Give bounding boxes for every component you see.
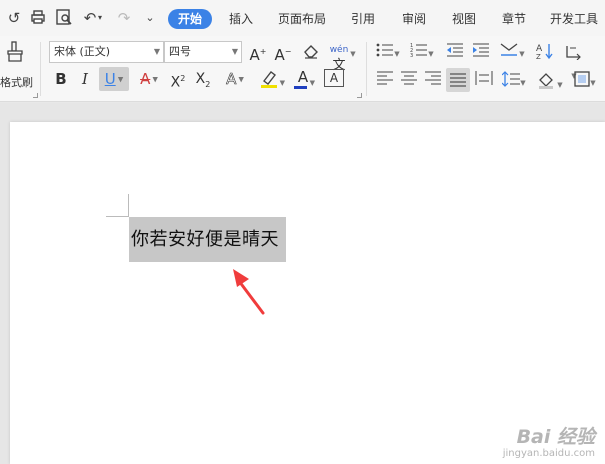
format-painter-label[interactable]: 格式刷 bbox=[0, 74, 33, 90]
svg-text:Z: Z bbox=[536, 53, 541, 60]
watermark-url: jingyan.baidu.com bbox=[502, 448, 595, 459]
grow-font-glyph: A bbox=[249, 46, 260, 64]
format-painter-icon[interactable] bbox=[4, 40, 26, 64]
bullet-list-icon[interactable]: ▼ bbox=[374, 42, 402, 64]
print-preview-icon[interactable] bbox=[54, 8, 74, 28]
chevron-down-icon: ▼ bbox=[236, 75, 244, 84]
chevron-down-icon: ▼ bbox=[394, 50, 400, 58]
font-color-button[interactable]: A ▼ bbox=[291, 67, 315, 91]
subscript-button[interactable]: X2 bbox=[192, 69, 214, 95]
font-dialog-launcher[interactable] bbox=[357, 93, 362, 98]
bold-button[interactable]: B bbox=[51, 69, 71, 89]
selected-text[interactable]: 你若安好便是晴天 bbox=[131, 227, 279, 253]
watermark-logo: Bai 经验 bbox=[516, 426, 595, 448]
pinyin-glyph: wén bbox=[329, 45, 349, 55]
increase-indent-icon[interactable] bbox=[470, 42, 492, 64]
chevron-down-icon: ▼ bbox=[557, 81, 563, 89]
chevron-down-icon: ▼ bbox=[520, 79, 526, 87]
shrink-font-button[interactable]: A− bbox=[273, 42, 293, 65]
superscript-glyph: X bbox=[170, 74, 181, 91]
clipboard-dialog-launcher[interactable] bbox=[33, 93, 38, 98]
chinese-layout-icon[interactable]: ▼ bbox=[498, 42, 526, 64]
subscript-glyph: X bbox=[195, 71, 206, 87]
print-icon[interactable] bbox=[28, 8, 48, 28]
line-spacing-icon[interactable]: ▼ bbox=[500, 71, 528, 93]
font-color-bar bbox=[294, 86, 307, 89]
chevron-down-icon: ▼ bbox=[231, 47, 238, 56]
italic-button[interactable]: I bbox=[75, 69, 95, 89]
font-size-select[interactable]: 四号 ▼ bbox=[164, 41, 242, 63]
distributed-align-icon[interactable] bbox=[474, 71, 494, 91]
pinyin-guide-button[interactable]: wén 文 bbox=[328, 40, 350, 72]
align-right-icon[interactable] bbox=[424, 71, 442, 91]
customize-icon[interactable]: ⌄ bbox=[140, 8, 160, 28]
grow-font-button[interactable]: A+ bbox=[248, 42, 268, 65]
shrink-font-glyph: A bbox=[274, 46, 285, 64]
tab-review[interactable]: 审阅 bbox=[395, 9, 433, 29]
tab-view[interactable]: 视图 bbox=[445, 9, 483, 29]
tab-chapter[interactable]: 章节 bbox=[495, 9, 533, 29]
sort-icon[interactable]: AZ bbox=[534, 42, 556, 66]
title-tab-bar: ↺ ↶ ▾ ↷ ⌄ 开始 插入 页面布局 引用 审阅 视图 章节 开发工具 bbox=[0, 0, 605, 36]
group-divider bbox=[40, 42, 41, 96]
tab-insert[interactable]: 插入 bbox=[222, 9, 260, 29]
subscript-mark: 2 bbox=[205, 79, 211, 89]
chevron-down-icon: ▼ bbox=[279, 79, 285, 87]
chevron-down-icon: ▼ bbox=[309, 79, 315, 87]
tab-developer[interactable]: 开发工具 bbox=[550, 9, 605, 29]
text-effect-glyph: A bbox=[226, 70, 237, 89]
home-ribbon: 格式刷 宋体 (正文) ▼ 四号 ▼ A+ A− wén 文 ▼ B I U ▼ … bbox=[0, 36, 605, 102]
annotation-arrow-icon bbox=[233, 269, 265, 315]
redo-icon[interactable]: ↷ bbox=[114, 8, 134, 28]
tab-references[interactable]: 引用 bbox=[344, 9, 382, 29]
document-page[interactable] bbox=[10, 122, 605, 464]
font-name-select[interactable]: 宋体 (正文) ▼ bbox=[49, 41, 164, 63]
margin-crop-mark bbox=[128, 194, 129, 217]
chevron-down-icon[interactable]: ▼ bbox=[349, 44, 357, 64]
chevron-down-icon: ▼ bbox=[115, 75, 124, 84]
undo-history-icon[interactable]: ↺ bbox=[4, 8, 24, 28]
shading-icon[interactable]: ▼ bbox=[536, 71, 564, 95]
chevron-down-icon: ▼ bbox=[519, 50, 525, 58]
font-size-value: 四号 bbox=[169, 45, 191, 58]
font-color-glyph: A bbox=[297, 68, 309, 86]
chevron-down-icon: ▼ bbox=[428, 50, 434, 58]
decrease-indent-icon[interactable] bbox=[444, 42, 466, 64]
undo-dropdown-icon[interactable]: ▾ bbox=[95, 8, 105, 28]
tab-home[interactable]: 开始 bbox=[168, 9, 212, 29]
clear-format-icon[interactable] bbox=[300, 42, 322, 66]
char-border-button[interactable]: A bbox=[324, 69, 344, 87]
text-effect-button[interactable]: A ▼ bbox=[222, 69, 248, 90]
chevron-down-icon: ▼ bbox=[153, 47, 160, 56]
baidu-watermark: Bai 经验 jingyan.baidu.com bbox=[503, 426, 595, 460]
margin-crop-mark bbox=[106, 216, 129, 217]
font-name-value: 宋体 (正文) bbox=[54, 45, 111, 58]
highlight-button[interactable]: ▼ bbox=[255, 67, 285, 91]
align-center-icon[interactable] bbox=[400, 71, 418, 91]
superscript-mark: 2 bbox=[180, 74, 186, 83]
strikethrough-glyph: A bbox=[140, 70, 151, 88]
underline-button[interactable]: U ▼ bbox=[99, 67, 129, 91]
strikethrough-button[interactable]: A ▼ bbox=[136, 69, 162, 90]
chevron-down-icon: ▼ bbox=[590, 79, 596, 87]
chevron-down-icon: ▼ bbox=[150, 75, 158, 84]
align-left-icon[interactable] bbox=[376, 71, 394, 91]
tab-page-layout[interactable]: 页面布局 bbox=[272, 9, 332, 29]
justify-icon[interactable] bbox=[446, 68, 470, 92]
group-divider bbox=[366, 42, 367, 96]
superscript-button[interactable]: X2 bbox=[167, 69, 189, 93]
numbered-list-icon[interactable]: 1 2 3 ▼ bbox=[408, 42, 436, 64]
underline-glyph: U bbox=[104, 70, 116, 88]
svg-text:3: 3 bbox=[410, 53, 413, 58]
borders-icon[interactable]: ▼ bbox=[570, 71, 600, 93]
